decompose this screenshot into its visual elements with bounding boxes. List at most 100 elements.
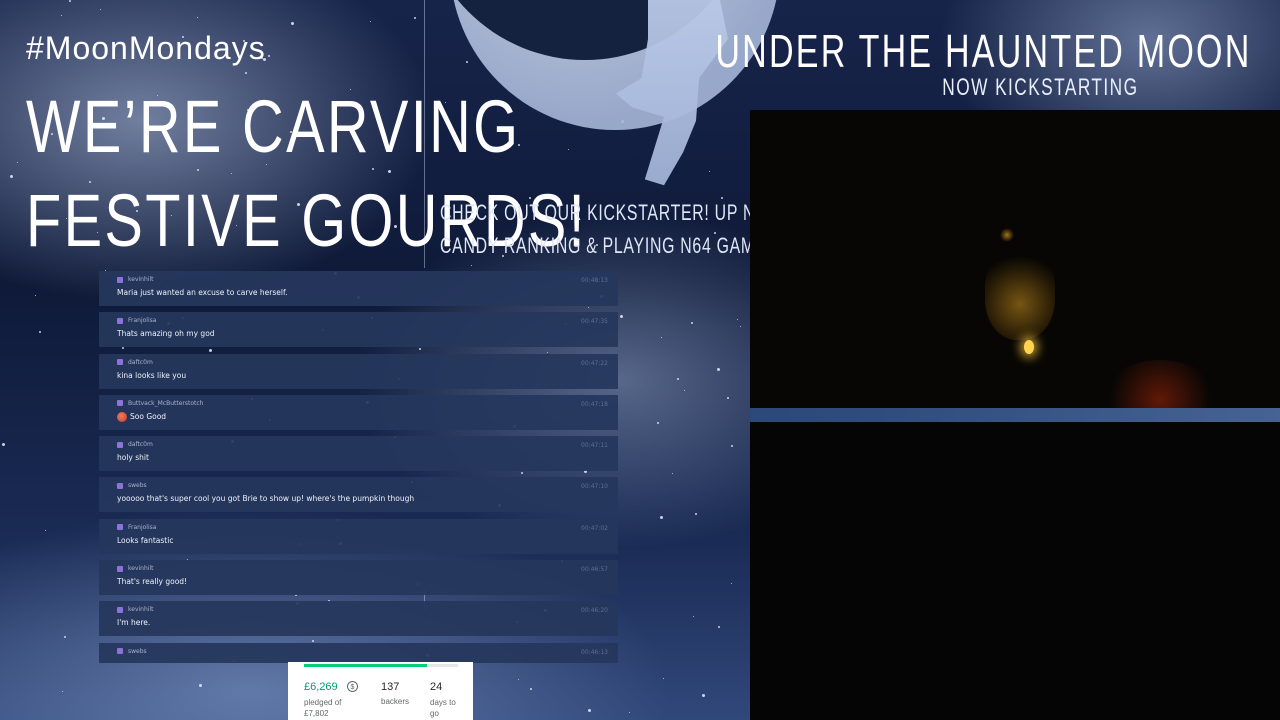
pledged-amount: £6,269 [304, 681, 338, 693]
webcam-feed [750, 110, 1280, 408]
up-next-line-2: candy ranking & playing N64 games! [440, 233, 783, 258]
chat-username[interactable]: daftc0m [128, 359, 153, 366]
chat-badge-icon [117, 400, 123, 407]
days-label: days to go [430, 698, 456, 718]
chat-username[interactable]: swebs [128, 648, 147, 655]
emote-icon [117, 411, 127, 422]
chat-username[interactable]: kevinhilt [128, 606, 153, 613]
chat-message-header: swebs [117, 482, 600, 489]
star [370, 21, 371, 22]
hashtag-text: #MoonMondays [26, 30, 266, 66]
funding-progress-fill [304, 664, 428, 667]
candle-light [1024, 340, 1034, 354]
chat-message: swebs 00:47:10 yooooo that's super cool yo… [99, 477, 618, 513]
chat-message-body: kina looks like you [117, 371, 600, 380]
chat-badge-icon [117, 565, 123, 572]
chat-badge-icon [117, 648, 123, 655]
chat-timestamp: 00:46:57 [581, 566, 608, 574]
chat-message: daftc0m 00:47:22 kina looks like you [99, 353, 618, 389]
chat-message-body: holy shit [117, 453, 600, 462]
chat-badge-icon [117, 482, 123, 489]
backers-label: backers [381, 697, 410, 706]
chat-message-body: Thats amazing oh my god [117, 329, 600, 338]
chat-badge-icon [117, 276, 123, 283]
star [684, 390, 685, 391]
chat-timestamp: 00:48:13 [581, 277, 608, 284]
chat-badge-icon [117, 317, 123, 324]
star [717, 368, 720, 371]
star [17, 162, 18, 163]
star [39, 331, 41, 333]
chat-message-body: yooooo that's super cool you got Brie to… [117, 494, 600, 503]
chat-badge-icon [117, 606, 123, 613]
chat-message: Franjolisa 00:47:02 Looks fantastic [99, 518, 618, 554]
star [199, 684, 202, 687]
up-next-line-1: Check out our Kickstarter! Up next - [440, 200, 799, 225]
star [702, 694, 705, 697]
star [291, 22, 294, 25]
star [672, 473, 673, 474]
chat-message-body: I'm here. [117, 618, 600, 627]
chat-badge-icon [117, 524, 123, 531]
chat-message-text: kina looks like you [117, 370, 187, 380]
game-title: Under the Haunted Moon [715, 25, 1252, 77]
star [691, 322, 693, 324]
chat-message: kevinhilt 00:46:57 That's really good! [99, 560, 618, 596]
chat-message-text: Soo Good [130, 412, 167, 422]
star [727, 397, 729, 399]
chat-message: kevinhilt 00:46:20 I'm here. [99, 601, 618, 637]
star [2, 443, 5, 446]
chat-message-header: Franjolisa [117, 524, 600, 531]
kickstarting-label: now kickstarting [941, 74, 1138, 101]
chat-username[interactable]: kevinhilt [128, 276, 153, 283]
chat-timestamp: 00:47:02 [581, 524, 608, 532]
star [629, 712, 630, 713]
chat-message-text: That's really good! [117, 577, 188, 587]
star [660, 516, 663, 519]
headline-line-1: We’re carving [26, 85, 521, 168]
chat-timestamp: 00:47:10 [581, 483, 608, 491]
chat-timestamp: 00:47:18 [581, 400, 608, 408]
chat-box: kevinhilt 00:48:13 Maria just wanted an ex… [99, 271, 618, 663]
days-count: 24 [430, 681, 443, 693]
chat-message-text: holy shit [117, 453, 149, 463]
pumpkin-stem-glow [1000, 228, 1014, 242]
chat-message-body: Looks fantastic [117, 536, 600, 545]
chat-message-header: daftc0m [117, 359, 600, 366]
chat-message-header: kevinhilt [117, 276, 600, 283]
chat-timestamp: 00:46:13 [581, 648, 608, 656]
star [709, 171, 710, 172]
star [663, 678, 664, 679]
chat-message: kevinhilt 00:48:13 Maria just wanted an ex… [99, 271, 618, 306]
chat-username[interactable]: Franjolisa [128, 524, 156, 531]
chat-username[interactable]: Franjolisa [128, 317, 156, 324]
chat-username[interactable]: daftc0m [128, 441, 153, 448]
red-light-glow [1100, 360, 1220, 408]
star [677, 378, 679, 380]
pledged-goal: pledged of £7,802 [304, 698, 342, 718]
star [731, 445, 733, 447]
backers-count: 137 [381, 681, 400, 693]
star [530, 688, 532, 690]
chat-message-header: Buttvack_McButterstotch [117, 400, 600, 407]
star [69, 0, 71, 2]
chat-message-text: Thats amazing oh my god [117, 329, 215, 339]
currency-convert-icon[interactable]: $ [347, 681, 358, 692]
star [693, 616, 694, 617]
chat-message: daftc0m 00:47:11 holy shit [99, 436, 618, 472]
star [695, 513, 697, 515]
chat-message-header: daftc0m [117, 441, 600, 448]
jack-o-lantern [985, 250, 1055, 340]
chat-timestamp: 00:46:20 [581, 607, 608, 615]
star [414, 17, 416, 19]
chat-username[interactable]: Buttvack_McButterstotch [128, 400, 204, 407]
star [718, 626, 720, 628]
chat-username[interactable]: kevinhilt [128, 565, 153, 572]
star [466, 61, 468, 63]
chat-message-header: Franjolisa [117, 317, 600, 324]
star [100, 9, 101, 10]
star [518, 679, 519, 680]
chat-username[interactable]: swebs [128, 482, 147, 489]
chat-message-text: Maria just wanted an excuse to carve her… [117, 288, 288, 297]
star [661, 337, 662, 338]
